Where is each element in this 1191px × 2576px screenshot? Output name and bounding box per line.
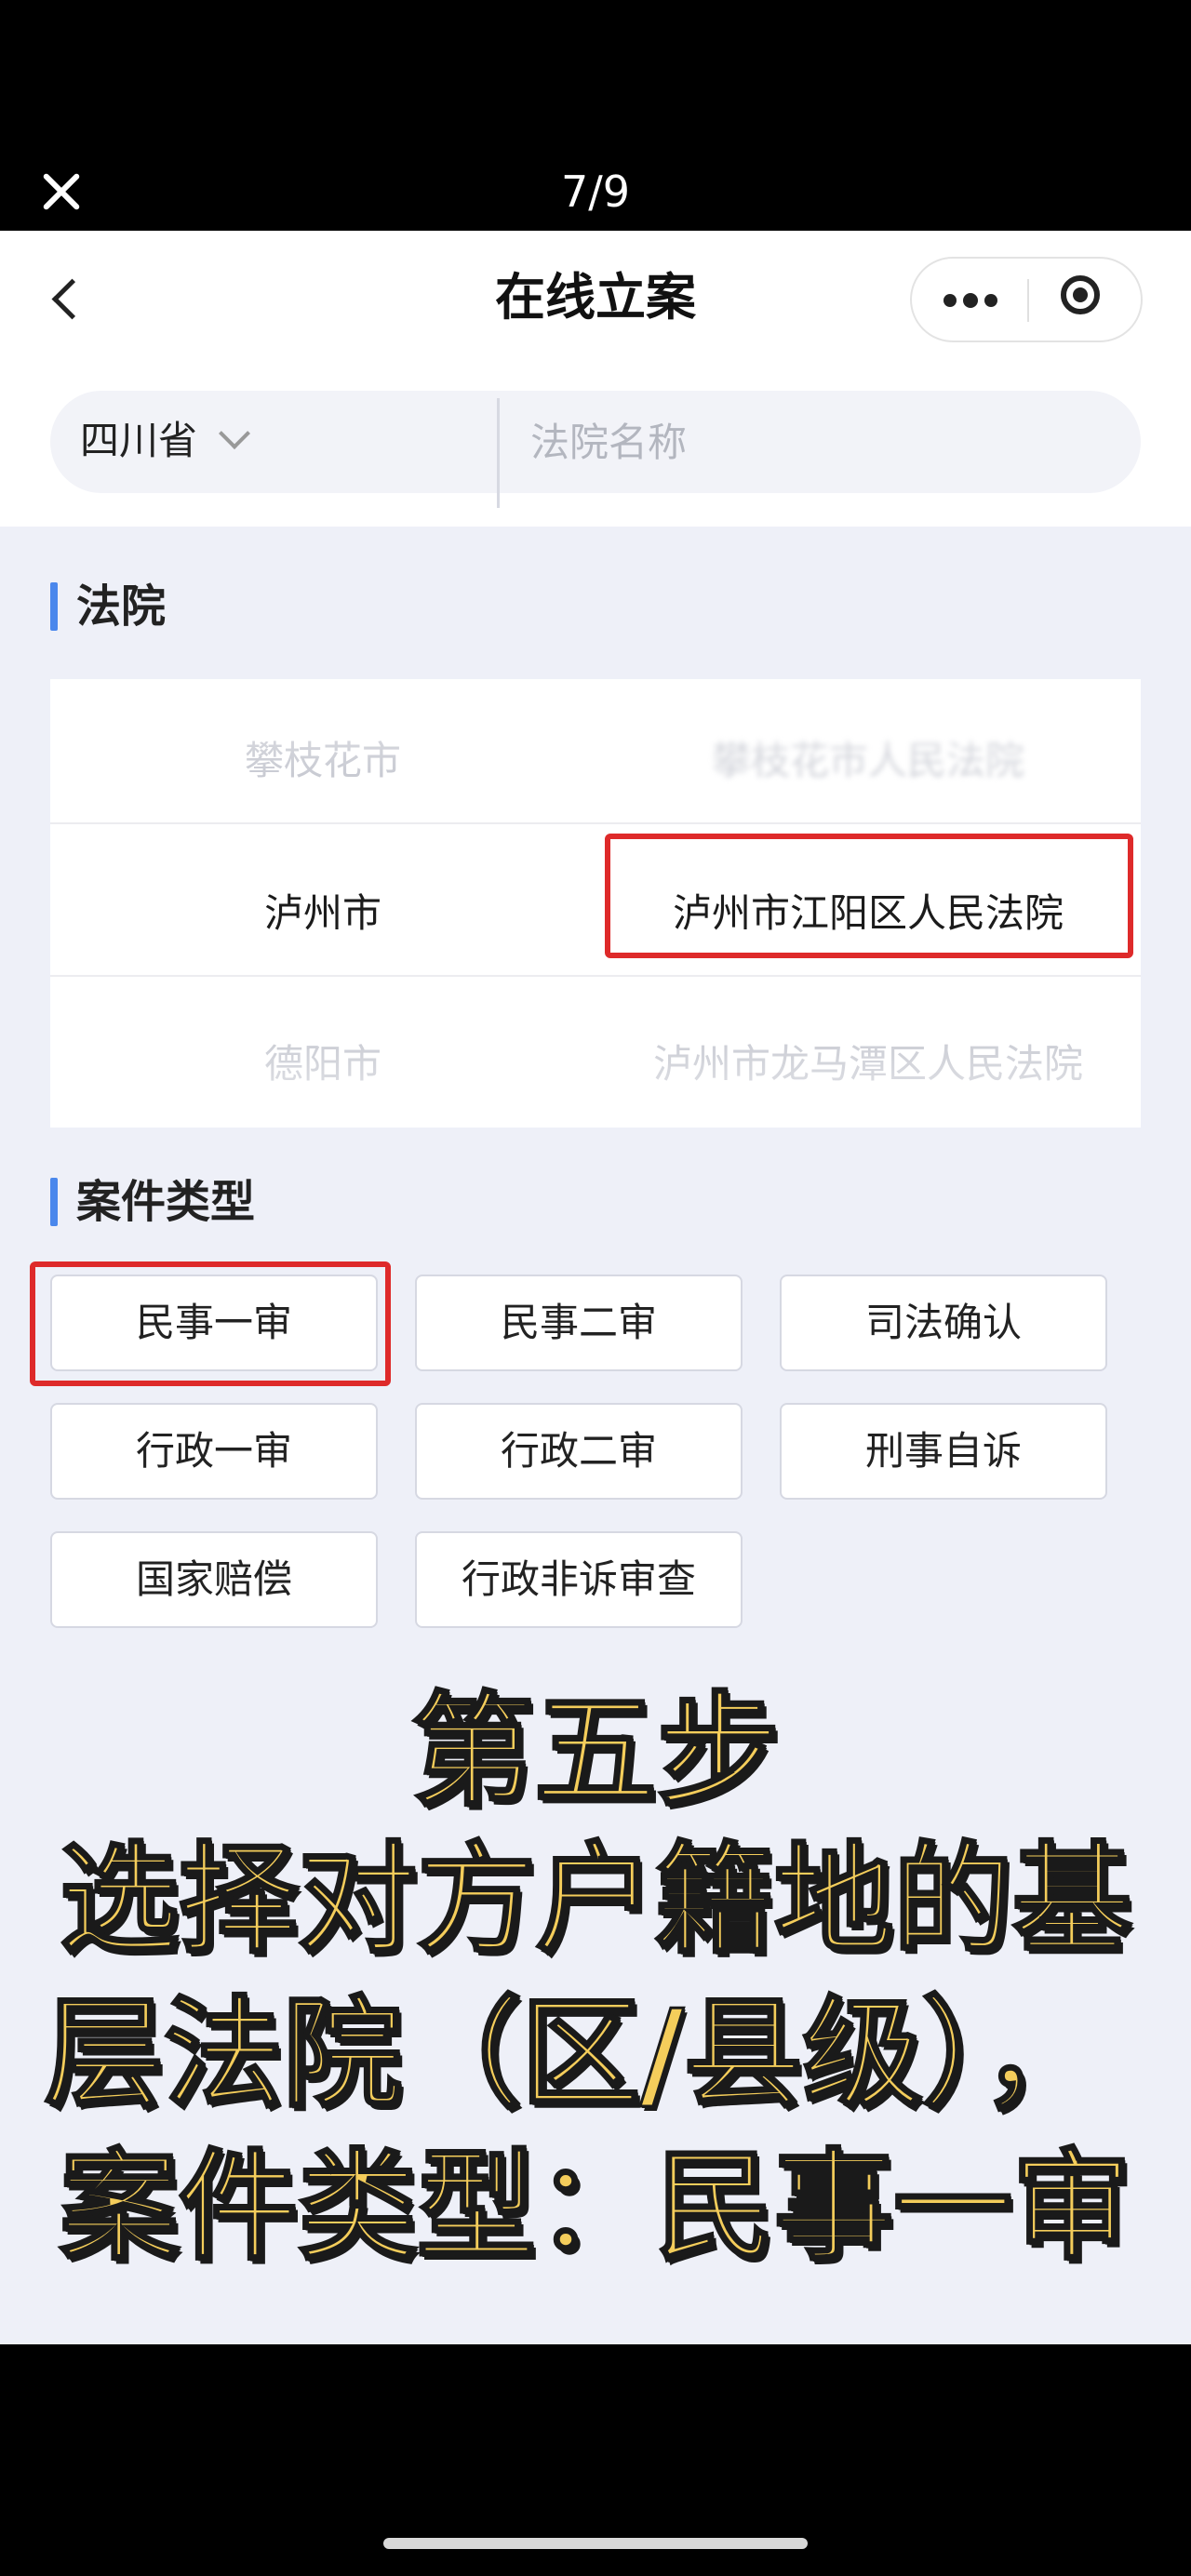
court-name-input[interactable] [515,406,1126,478]
viewer-top-bar: 7/9 [0,0,1191,231]
more-button[interactable] [912,259,1027,340]
case-type-section-title: 案件类型 [76,1176,256,1228]
picker-court-item[interactable]: 攀枝花市人民法院 [596,733,1141,789]
highlight-box-case-type [30,1261,391,1386]
chevron-down-icon [219,418,250,449]
image-counter: 7/9 [560,167,631,217]
more-dot-icon [943,294,957,307]
picker-divider [50,822,1141,824]
case-type-judicial-confirm[interactable]: 司法确认 [780,1275,1107,1371]
close-miniprogram-target-icon[interactable] [1029,259,1141,340]
court-section-title: 法院 [76,581,167,633]
caption-line-1: 第五步 [410,1680,782,1823]
caption-line-3: 层法院（区/县级）， [44,1984,1103,2126]
caption-line-4: 案件类型：民事一审 [58,2137,1132,2278]
highlight-box-court [605,834,1133,958]
more-dot-icon [963,293,978,308]
more-dot-icon [984,294,997,307]
search-divider [497,398,500,508]
picker-divider [50,975,1141,977]
province-select[interactable]: 四川省 [50,391,497,493]
case-type-admin-nonlitigation[interactable]: 行政非诉审查 [415,1531,743,1628]
picker-city-item[interactable]: 德阳市 [50,1036,596,1092]
mini-program-capsule [910,257,1143,342]
section-marker [50,582,58,631]
caption-line-2: 选择对方户籍地的基 [58,1830,1132,1971]
viewer-bottom-bar [0,2344,1191,2576]
picker-court-item[interactable]: 泸州市龙马潭区人民法院 [596,1036,1141,1092]
search-bar: 四川省 [50,391,1141,508]
case-type-state-compensation[interactable]: 国家赔偿 [50,1531,378,1628]
picker-city-item[interactable]: 攀枝花市 [50,733,596,789]
province-label: 四川省 [80,418,198,463]
case-type-private-prosecution[interactable]: 刑事自诉 [780,1403,1107,1500]
section-marker [50,1178,58,1226]
case-type-admin-first[interactable]: 行政一审 [50,1403,378,1500]
picker-city-selected[interactable]: 泸州市 [50,886,596,941]
home-indicator[interactable] [383,2538,808,2549]
navbar: 在线立案 [0,231,1191,370]
case-type-civil-second[interactable]: 民事二审 [415,1275,743,1371]
case-type-admin-second[interactable]: 行政二审 [415,1403,743,1500]
app-screen: 在线立案 四川省 法院 攀枝花市 攀枝花市人民法院 泸州市 泸州市江阳区人民法院… [0,231,1191,2344]
